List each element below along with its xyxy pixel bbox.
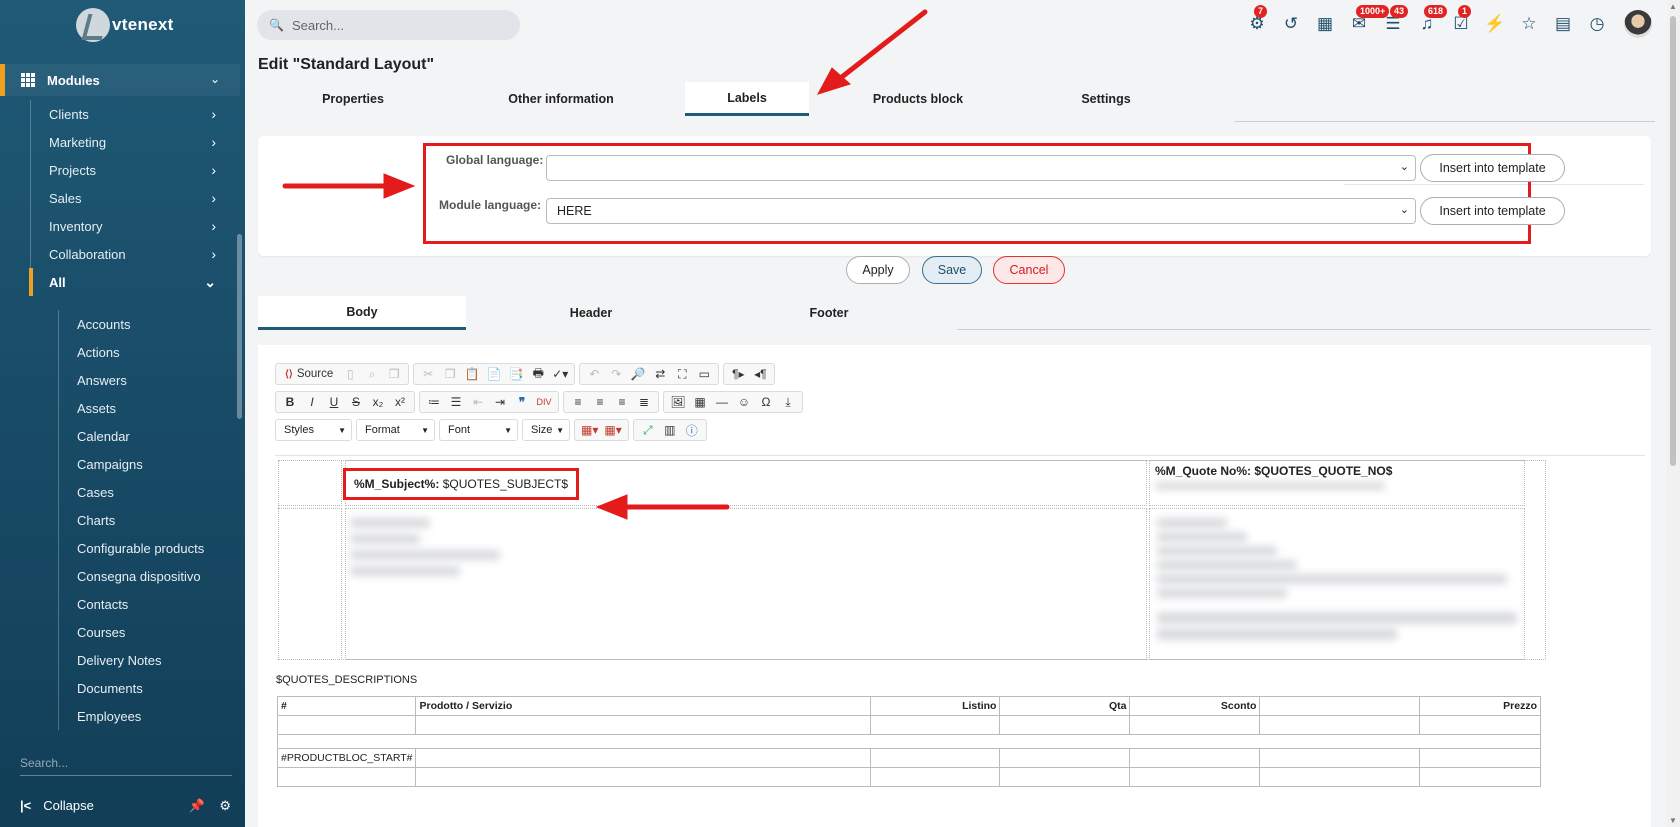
scroll-down-icon[interactable]: ▼: [1669, 816, 1677, 825]
scrollbar-thumb[interactable]: [1670, 16, 1676, 466]
arrow-head: [595, 494, 628, 520]
page-scrollbar[interactable]: ▲ ▼: [1668, 0, 1678, 827]
annotation-overlay: [282, 9, 928, 520]
scroll-up-icon[interactable]: ▲: [1669, 2, 1677, 11]
arrow-head: [383, 173, 416, 199]
arrow-to-labels-tab: [835, 9, 928, 83]
